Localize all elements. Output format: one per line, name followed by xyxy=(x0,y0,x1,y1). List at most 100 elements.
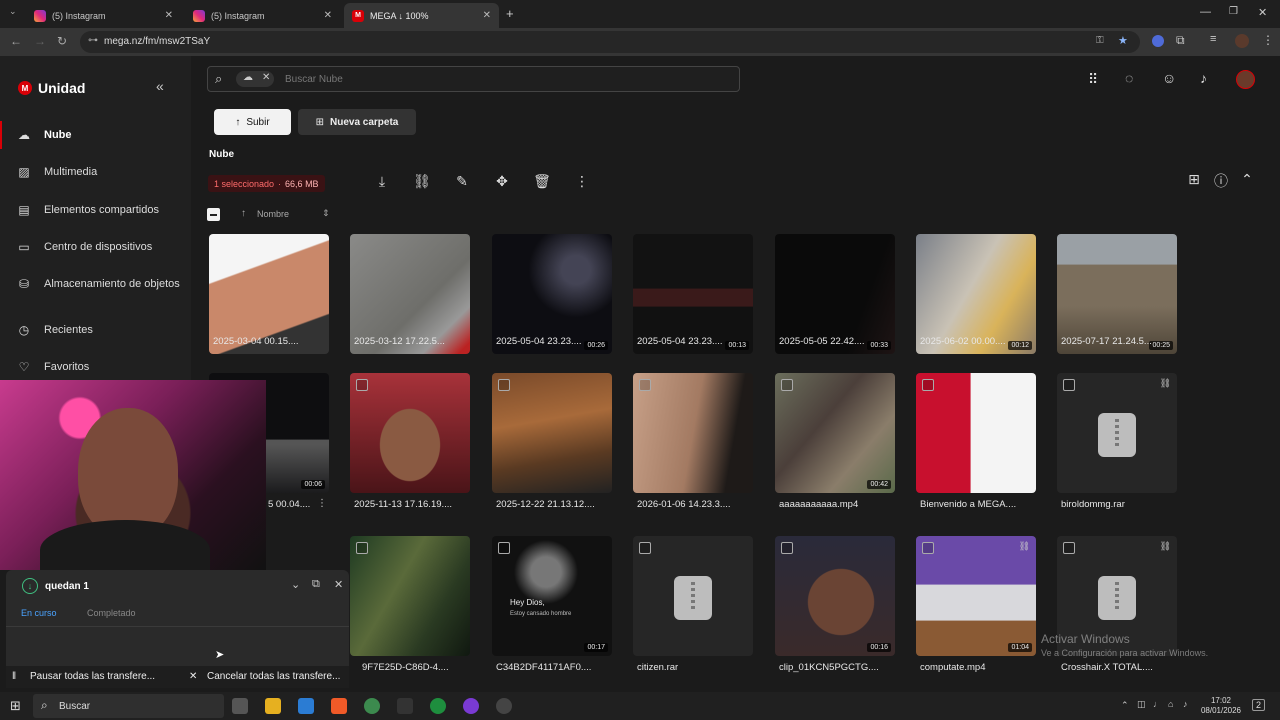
file-name[interactable]: computate.mp4 xyxy=(920,662,1045,673)
xbox-icon[interactable] xyxy=(430,698,446,714)
more-options-icon[interactable]: ⋮ xyxy=(572,173,592,193)
chevron-down-icon[interactable]: ⌄ xyxy=(291,578,300,591)
file-checkbox[interactable] xyxy=(498,542,510,554)
file-name[interactable]: Bienvenido a MEGA.... xyxy=(920,499,1045,510)
notifications-bell-icon[interactable]: ♪ xyxy=(1200,70,1207,86)
file-checkbox[interactable] xyxy=(498,379,510,391)
collapse-up-icon[interactable]: ⌃ xyxy=(1237,171,1257,191)
chat-icon[interactable]: ◌ xyxy=(1125,70,1133,86)
search-bar[interactable]: ⌕ ☁ ✕ Buscar Nube xyxy=(207,66,740,92)
file-thumbnail[interactable]: Hey Dios, Estoy cansado hombre 00:17 xyxy=(492,536,612,656)
file-name[interactable]: 2025-11-13 17.16.19.... xyxy=(354,499,479,510)
file-name[interactable]: 2025-05-04 23.23.... xyxy=(496,336,621,347)
file-checkbox[interactable] xyxy=(639,542,651,554)
tab-search-icon[interactable]: ⌄ xyxy=(9,6,17,17)
breadcrumb[interactable]: Nube xyxy=(209,149,234,160)
browser-menu-icon[interactable]: ⋮ xyxy=(1262,33,1274,47)
forward-icon[interactable]: → xyxy=(34,34,46,48)
select-all-checkbox[interactable] xyxy=(207,208,220,221)
url-text[interactable]: mega.nz/fm/msw2TSaY xyxy=(104,36,210,47)
file-checkbox[interactable] xyxy=(922,542,934,554)
close-icon[interactable]: ✕ xyxy=(483,10,491,21)
file-checkbox[interactable] xyxy=(922,379,934,391)
sidebar-item-nube[interactable]: ☁ Nube xyxy=(0,121,191,149)
capcut-icon[interactable] xyxy=(397,698,413,714)
store-icon[interactable] xyxy=(298,698,314,714)
close-window-icon[interactable]: ✕ xyxy=(1258,6,1267,19)
tab-instagram-1[interactable]: (5) Instagram ✕ xyxy=(26,3,181,28)
file-name[interactable]: 2026-01-06 14.23.3.... xyxy=(637,499,762,510)
file-name[interactable]: 2025-06-02 00.00.... xyxy=(920,336,1045,347)
cancel-icon[interactable]: ✕ xyxy=(189,671,197,682)
tab-mega[interactable]: M MEGA ↓ 100% ✕ xyxy=(344,3,499,28)
close-icon[interactable]: ✕ xyxy=(334,578,343,591)
file-thumbnail[interactable] xyxy=(350,536,470,656)
media-control-icon[interactable]: ≡ xyxy=(1210,33,1216,45)
close-icon[interactable]: ✕ xyxy=(165,10,173,21)
pause-icon[interactable]: ǁ xyxy=(12,671,16,682)
file-checkbox[interactable] xyxy=(1063,542,1075,554)
task-view-icon[interactable] xyxy=(232,698,248,714)
file-thumbnail[interactable]: 00:42 xyxy=(775,373,895,493)
new-tab-icon[interactable]: + xyxy=(506,6,514,21)
file-name[interactable]: 2025-12-22 21.13.12.... xyxy=(496,499,621,510)
password-key-icon[interactable]: ⚿ xyxy=(1096,35,1104,46)
file-thumbnail[interactable] xyxy=(633,536,753,656)
file-name[interactable]: aaaaaaaaaaa.mp4 xyxy=(779,499,904,510)
grid-view-icon[interactable]: ⊞ xyxy=(1184,171,1204,191)
file-thumbnail[interactable] xyxy=(633,373,753,493)
taskbar-clock[interactable]: 17:02 08/01/2026 xyxy=(1198,696,1244,716)
volume-icon[interactable]: ♪ xyxy=(1183,699,1188,709)
file-thumbnail[interactable] xyxy=(350,373,470,493)
file-name[interactable]: 2025-07-17 21.24.5... xyxy=(1061,336,1186,347)
sidebar-item-multimedia[interactable]: ▨ Multimedia xyxy=(0,158,191,186)
collapse-sidebar-icon[interactable]: « xyxy=(156,78,164,94)
file-thumbnail[interactable]: ⛓ xyxy=(1057,373,1177,493)
cancel-all-button[interactable]: Cancelar todas las transfere... xyxy=(207,671,340,682)
tab-instagram-2[interactable]: (5) Instagram ✕ xyxy=(185,3,340,28)
bookmark-star-icon[interactable]: ★ xyxy=(1118,34,1128,47)
file-checkbox[interactable] xyxy=(781,379,793,391)
file-thumbnail[interactable]: ⛓ 01:04 xyxy=(916,536,1036,656)
open-external-icon[interactable]: ⧉ xyxy=(312,578,320,591)
user-avatar[interactable] xyxy=(1236,70,1255,89)
taskbar-search[interactable]: ⌕ Buscar xyxy=(33,694,224,718)
contacts-icon[interactable]: ☺ xyxy=(1162,70,1176,86)
tray-app-icon[interactable]: ◫ xyxy=(1137,699,1146,710)
site-info-icon[interactable]: ⊶ xyxy=(88,35,98,46)
file-checkbox[interactable] xyxy=(1063,379,1075,391)
notification-count-badge[interactable]: 2 xyxy=(1252,699,1266,711)
file-name[interactable]: 2025-05-05 22.42.... xyxy=(779,336,904,347)
file-name[interactable]: C34B2DF41171AF0.... xyxy=(496,662,621,673)
windows-start-icon[interactable]: ⊞ xyxy=(10,698,21,714)
apps-grid-icon[interactable]: ⠿ xyxy=(1088,71,1098,88)
download-icon[interactable]: ⤓ xyxy=(372,173,392,193)
file-thumbnail[interactable]: 00:16 xyxy=(775,536,895,656)
sidebar-item-devices[interactable]: ▭ Centro de dispositivos xyxy=(0,233,191,261)
file-name[interactable]: clip_01KCN5PGCTG.... xyxy=(779,662,904,673)
new-folder-button[interactable]: ⊞ Nueva carpeta xyxy=(298,109,416,135)
file-name[interactable]: 2025-03-04 00.15.... xyxy=(213,336,338,347)
sidebar-item-object-storage[interactable]: ⛁ Almacenamiento de objetos xyxy=(0,270,191,298)
sidebar-item-favorites[interactable]: ♡ Favoritos xyxy=(0,353,191,381)
microphone-icon[interactable]: ♩ xyxy=(1153,699,1162,709)
move-icon[interactable]: ✥ xyxy=(492,173,512,193)
upload-button[interactable]: ↑ Subir xyxy=(214,109,291,135)
file-thumbnail[interactable] xyxy=(916,373,1036,493)
file-name[interactable]: citizen.rar xyxy=(637,662,762,673)
more-options-icon[interactable]: ⋮ xyxy=(317,498,327,509)
sort-asc-icon[interactable]: ↑ xyxy=(241,208,246,219)
info-icon[interactable]: ⓘ xyxy=(1211,171,1231,191)
sort-toggle-icon[interactable]: ⇕ xyxy=(322,208,330,219)
file-name[interactable]: 9F7E25D-C86D-4.... xyxy=(362,662,457,673)
brave-icon[interactable] xyxy=(331,698,347,714)
file-name[interactable]: 2025-05-04 23.23.... xyxy=(637,336,762,347)
trash-icon[interactable]: 🗑 xyxy=(532,173,552,193)
profile-avatar[interactable] xyxy=(1235,34,1249,48)
file-checkbox[interactable] xyxy=(356,379,368,391)
tab-completed[interactable]: Completado xyxy=(87,608,136,618)
file-thumbnail[interactable] xyxy=(492,373,612,493)
file-checkbox[interactable] xyxy=(356,542,368,554)
sidebar-item-recent[interactable]: ◷ Recientes xyxy=(0,316,191,344)
link-icon[interactable]: ⛓ xyxy=(412,173,432,193)
